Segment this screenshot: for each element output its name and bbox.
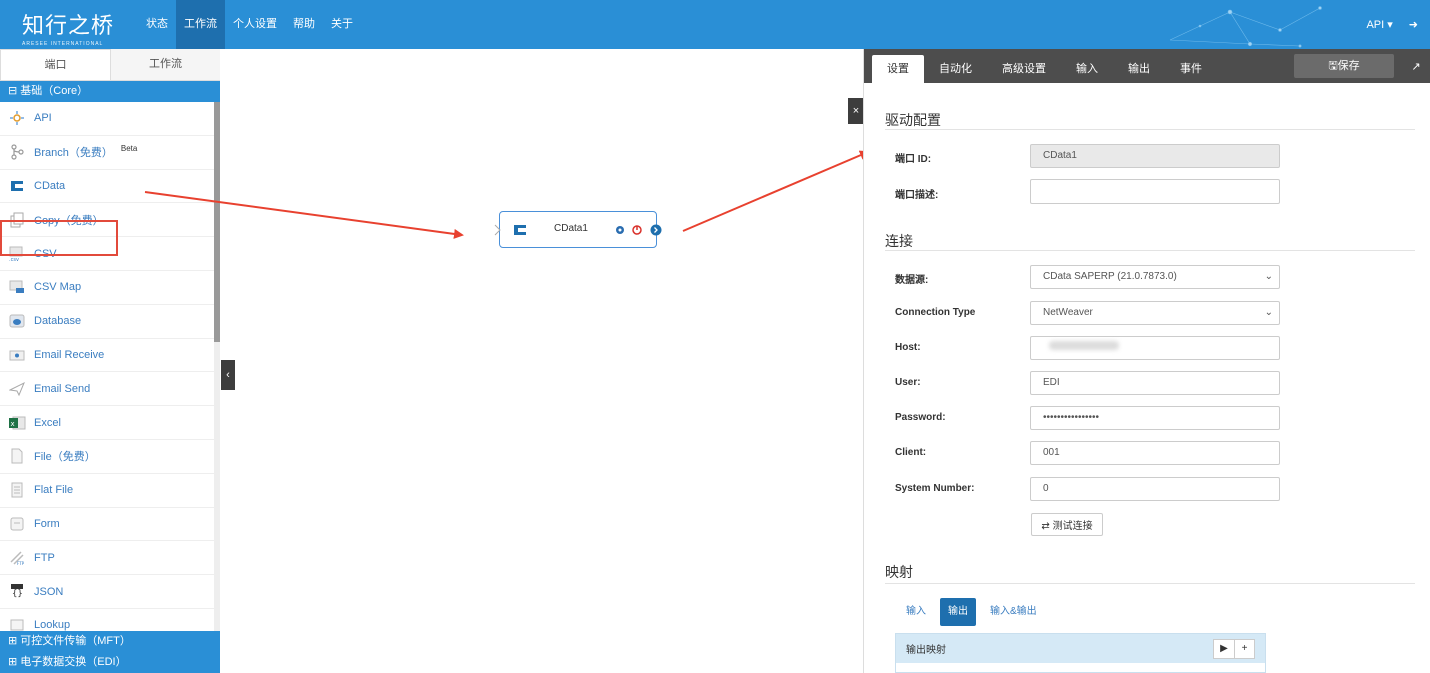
mapping-tab-input-output[interactable]: 输入&输出	[982, 598, 1045, 626]
test-connection-button[interactable]: ⇄ 测试连接	[1031, 513, 1103, 536]
mapping-tab-output[interactable]: 输出	[940, 598, 976, 626]
conntype-label: Connection Type	[895, 307, 976, 318]
port-id-label: 端口 ID:	[895, 154, 932, 165]
close-panel-button[interactable]: ×	[848, 98, 864, 124]
mapping-title: 映射	[885, 564, 913, 580]
node-name: CData1	[554, 223, 588, 234]
divider	[885, 250, 1415, 251]
tab-settings[interactable]: 设置	[872, 55, 924, 83]
divider	[885, 583, 1415, 584]
node-output-handle[interactable]	[650, 224, 662, 236]
client-label: Client:	[895, 447, 927, 458]
save-button[interactable]: 🖫保存	[1294, 54, 1394, 78]
port-id-field: CData1	[1030, 144, 1280, 168]
tab-output[interactable]: 输出	[1113, 55, 1165, 83]
driver-config-title: 驱动配置	[885, 112, 941, 128]
tab-automation[interactable]: 自动化	[924, 55, 987, 83]
chevron-down-icon: ⌄	[1264, 271, 1273, 282]
password-field[interactable]: ••••••••••••••••	[1030, 406, 1280, 430]
play-icon[interactable]: ▶	[1214, 640, 1234, 658]
client-field[interactable]: 001	[1030, 441, 1280, 465]
output-mapping-title: 输出映射	[906, 645, 946, 656]
user-label: User:	[895, 377, 921, 388]
mapping-tab-input[interactable]: 输入	[898, 598, 934, 626]
settings-tabs: 设置 自动化 高级设置 输入 输出 事件 🖫保存 ↗	[864, 49, 1430, 83]
tab-input[interactable]: 输入	[1061, 55, 1113, 83]
add-icon[interactable]: +	[1234, 639, 1254, 658]
output-mapping-box: 输出映射 ▶ +	[895, 633, 1266, 673]
user-field[interactable]: EDI	[1030, 371, 1280, 395]
divider	[885, 129, 1415, 130]
password-label: Password:	[895, 412, 946, 423]
conntype-value: NetWeaver	[1043, 307, 1093, 318]
workflow-node-cdata1[interactable]: CData1	[494, 211, 662, 248]
external-link-icon[interactable]: ↗	[1404, 54, 1428, 78]
mapping-tabs: 输入 输出 输入&输出	[898, 598, 1045, 626]
cdata-icon	[514, 225, 526, 235]
output-mapping-header: 输出映射 ▶ +	[896, 634, 1265, 663]
right-panel: 设置 自动化 高级设置 输入 输出 事件 🖫保存 ↗ 驱动配置 端口 ID: C…	[863, 49, 1430, 673]
datasource-value: CData SAPERP (21.0.7873.0)	[1043, 271, 1177, 282]
tab-advanced[interactable]: 高级设置	[987, 55, 1061, 83]
port-desc-label: 端口描述:	[895, 190, 939, 201]
gear-icon[interactable]	[614, 224, 626, 236]
datasource-label: 数据源:	[895, 275, 929, 286]
power-icon[interactable]	[631, 224, 643, 236]
host-label: Host:	[895, 342, 921, 353]
tab-events[interactable]: 事件	[1165, 55, 1217, 83]
sysnum-field[interactable]: 0	[1030, 477, 1280, 501]
datasource-select[interactable]: CData SAPERP (21.0.7873.0) ⌄	[1030, 265, 1280, 289]
host-field[interactable]	[1030, 336, 1280, 360]
sysnum-label: System Number:	[895, 483, 975, 494]
chevron-down-icon: ⌄	[1264, 307, 1273, 318]
port-desc-textarea[interactable]	[1030, 179, 1280, 204]
node-input-handle[interactable]	[494, 224, 502, 236]
connection-title: 连接	[885, 233, 913, 249]
blurred-host-value	[1049, 341, 1119, 350]
mapping-actions: ▶ +	[1213, 638, 1255, 659]
conntype-select[interactable]: NetWeaver ⌄	[1030, 301, 1280, 325]
